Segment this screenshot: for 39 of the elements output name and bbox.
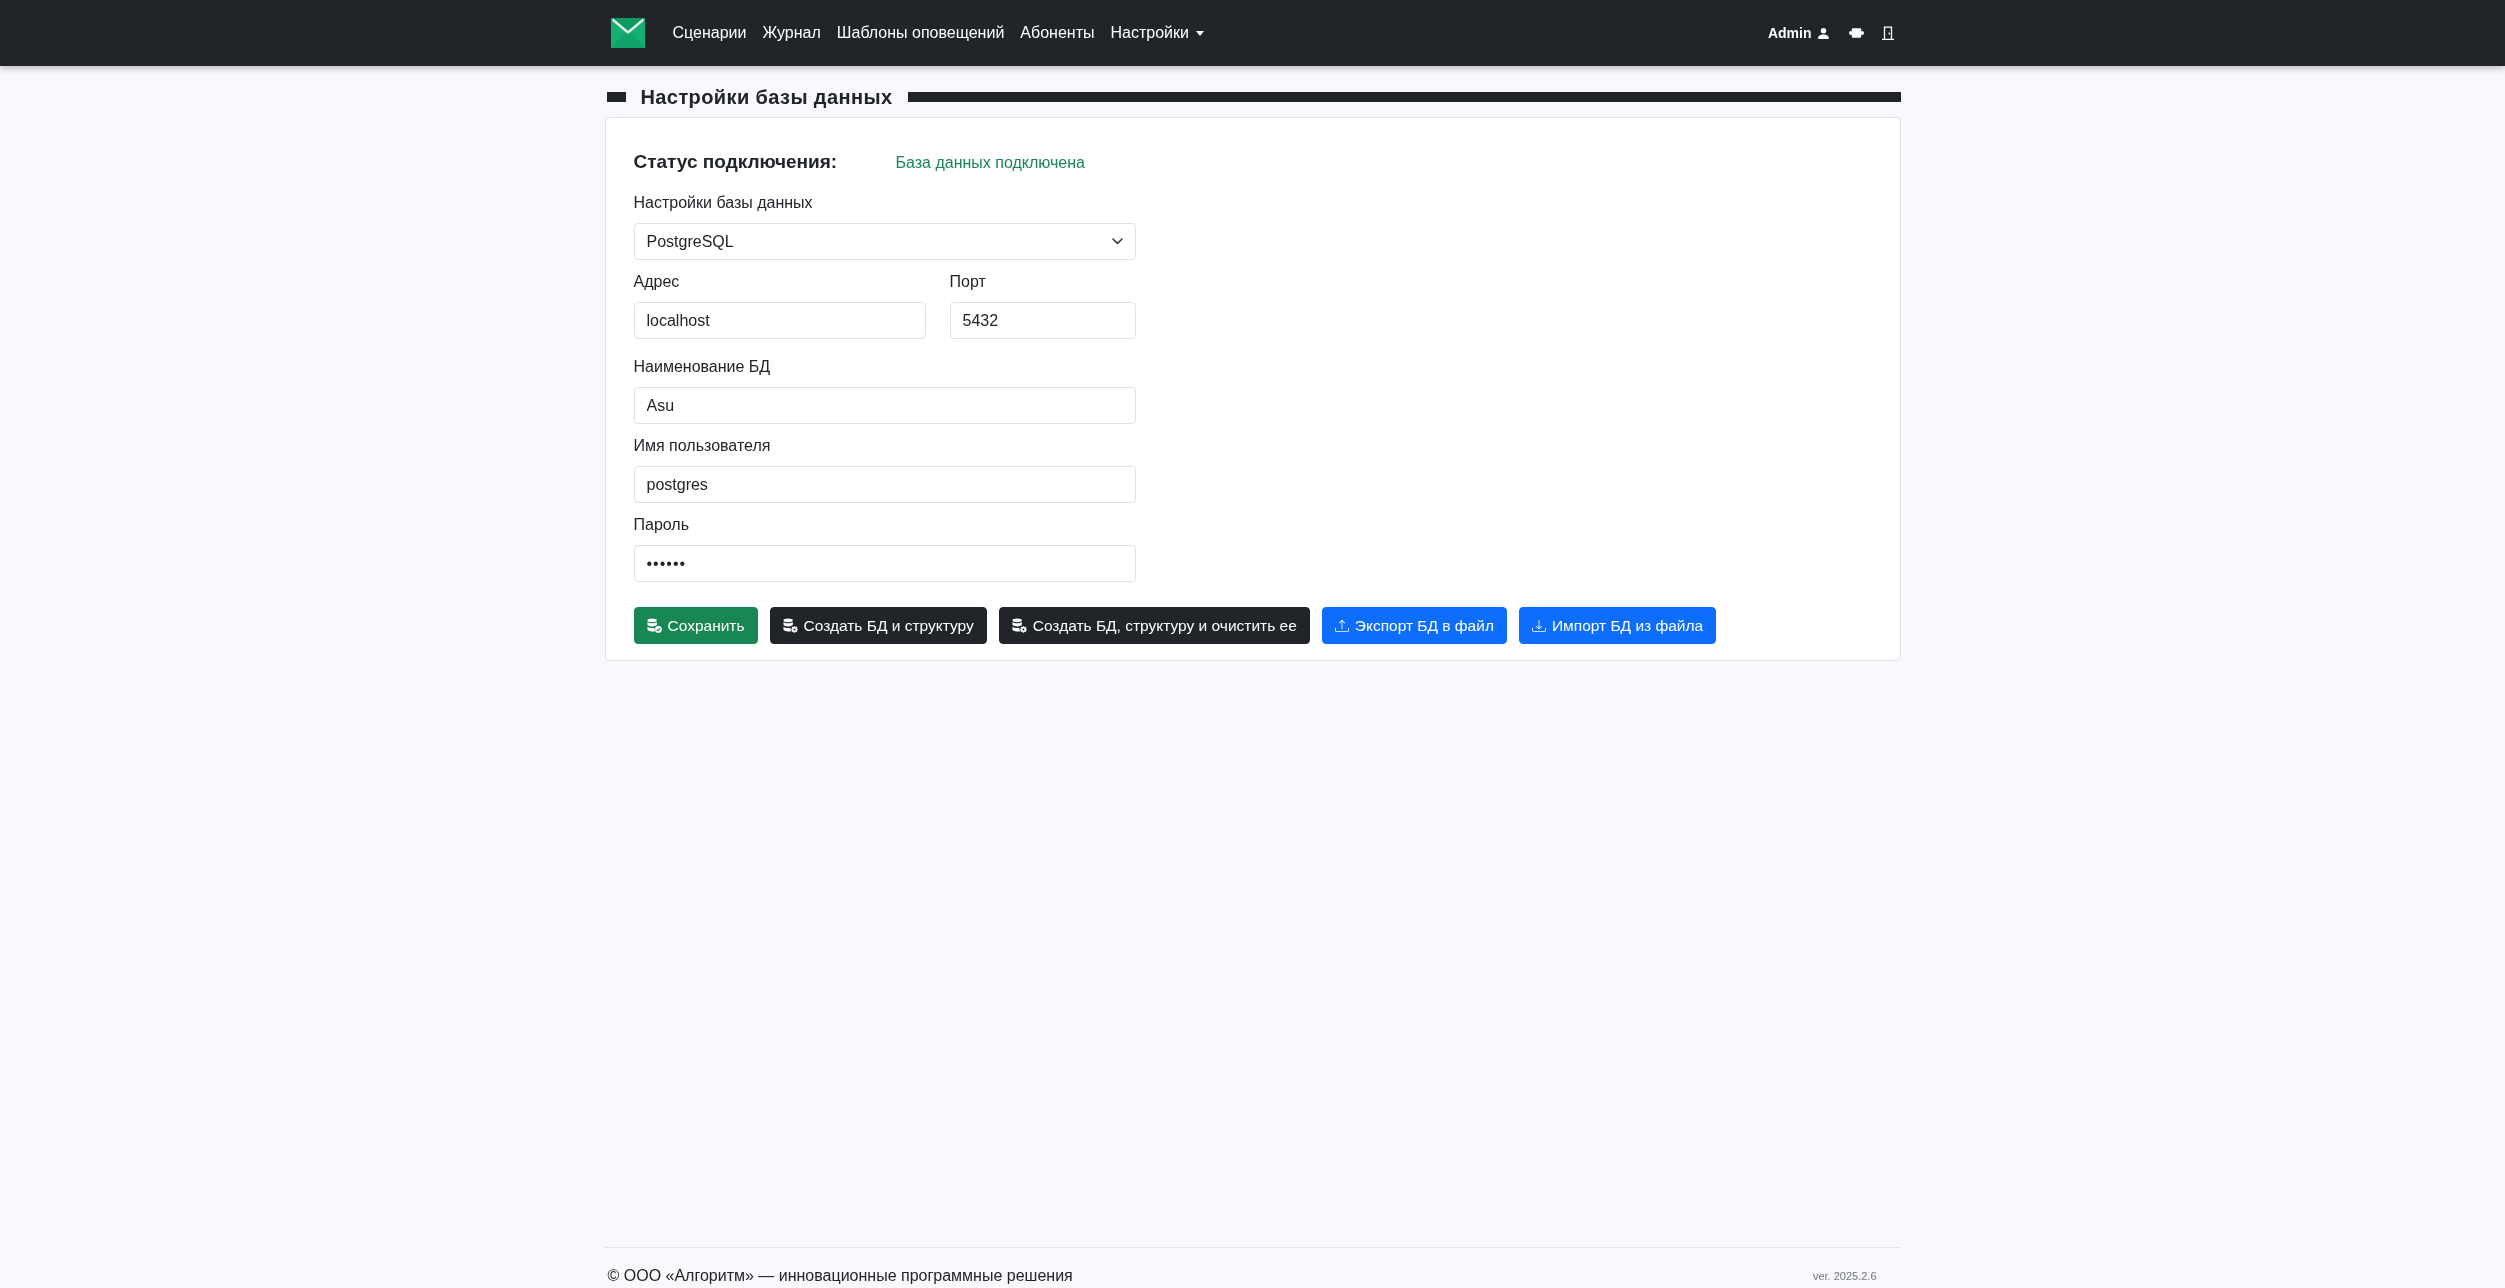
puzzle-icon[interactable] bbox=[1848, 28, 1864, 38]
nav-link[interactable]: Журнал bbox=[754, 15, 829, 51]
password-field[interactable]: •••••• bbox=[633, 545, 1136, 582]
create-and-clear-button[interactable]: Создать БД, структуру и очистить ее bbox=[998, 607, 1310, 644]
nav-link[interactable]: Абоненты bbox=[1012, 15, 1103, 51]
user-link[interactable]: Admin bbox=[1767, 22, 1829, 44]
database-gear-icon bbox=[782, 618, 798, 633]
upload-icon bbox=[1334, 618, 1349, 633]
field-label: Имя пользователя bbox=[633, 436, 772, 456]
person-icon bbox=[1817, 27, 1829, 39]
field-label: Настройки базы данных bbox=[633, 193, 814, 213]
nav-link[interactable]: Шаблоны оповещений bbox=[828, 15, 1013, 51]
database-check-icon bbox=[646, 618, 662, 633]
nav-link[interactable]: Сценарии bbox=[664, 15, 755, 51]
create-database-button[interactable]: Создать БД и структуру bbox=[769, 607, 987, 644]
section-title: Настройки базы данных bbox=[640, 85, 893, 109]
input-field[interactable]: postgres bbox=[633, 466, 1136, 503]
status-text: База данных подключена bbox=[895, 153, 1085, 173]
export-button[interactable]: Экспорт БД в файл bbox=[1321, 607, 1507, 644]
status-label: Статус подключения: bbox=[633, 150, 839, 174]
input-field[interactable]: Asu bbox=[633, 387, 1136, 424]
field-label: Адрес bbox=[633, 272, 681, 292]
caret-icon bbox=[1195, 30, 1204, 36]
dropdown-link[interactable]: Настройки bbox=[1102, 15, 1212, 51]
copyright-text: © ООО «Алгоритм» — инновационные программные решения bbox=[607, 1266, 1073, 1286]
door-icon[interactable] bbox=[1881, 26, 1894, 40]
field-label: Наименование БД bbox=[633, 357, 772, 377]
field-label: Порт bbox=[949, 272, 987, 292]
version-text: ver. 2025.2.6 bbox=[1812, 1269, 1877, 1284]
input-field[interactable]: 5432 bbox=[949, 302, 1136, 339]
input-field[interactable]: localhost bbox=[633, 302, 926, 339]
dropdown-field[interactable]: PostgreSQL bbox=[633, 223, 1136, 260]
save-button[interactable]: Сохранить bbox=[633, 607, 758, 644]
logo-icon[interactable] bbox=[610, 18, 645, 48]
field-label: Пароль bbox=[633, 515, 690, 535]
database-gear-icon bbox=[1011, 618, 1027, 633]
chevron-down-icon bbox=[1111, 238, 1123, 245]
import-button[interactable]: Импорт БД из файла bbox=[1518, 607, 1717, 644]
heading-bar bbox=[606, 92, 626, 102]
